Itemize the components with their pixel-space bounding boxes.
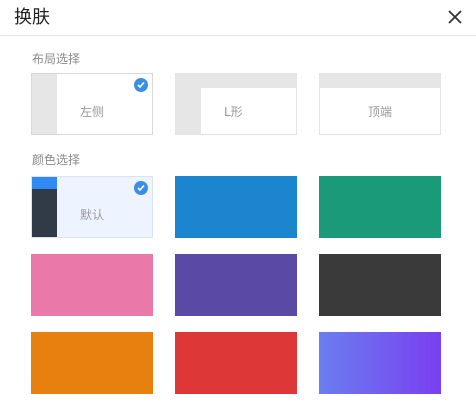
checkmark-icon: [134, 181, 148, 195]
layout-option-label: L形: [224, 105, 243, 119]
layout-preview-top-bar: [320, 74, 440, 88]
color-option-green[interactable]: [319, 176, 441, 238]
color-option-default[interactable]: 默认: [31, 176, 153, 238]
color-option-gradient[interactable]: [319, 332, 441, 394]
layout-preview-left-sidebar: [32, 74, 57, 134]
dialog-header: 换肤: [0, 0, 476, 36]
color-option-orange[interactable]: [31, 332, 153, 394]
layout-option-top[interactable]: 顶端: [319, 73, 441, 135]
color-option-red[interactable]: [175, 332, 297, 394]
layout-preview-left-sidebar: [176, 74, 201, 134]
layout-option-label: 顶端: [368, 105, 393, 119]
skin-dialog: 换肤 布局选择 左侧 L形 顶端 颜色选择 默认: [0, 0, 476, 420]
dialog-title: 换肤: [14, 7, 50, 28]
color-option-label: 默认: [80, 208, 105, 222]
checkmark-icon: [134, 78, 148, 92]
color-option-blue[interactable]: [175, 176, 297, 238]
color-section-label: 颜色选择: [32, 153, 81, 167]
color-option-dark[interactable]: [319, 254, 441, 316]
layout-option-l-shape[interactable]: L形: [175, 73, 297, 135]
layout-option-label: 左侧: [80, 105, 105, 119]
color-preview-logo-bar: [32, 177, 57, 189]
color-option-purple[interactable]: [175, 254, 297, 316]
color-option-pink[interactable]: [31, 254, 153, 316]
layout-option-left[interactable]: 左侧: [31, 73, 153, 135]
layout-section-label: 布局选择: [32, 52, 81, 66]
close-icon[interactable]: [446, 8, 464, 26]
